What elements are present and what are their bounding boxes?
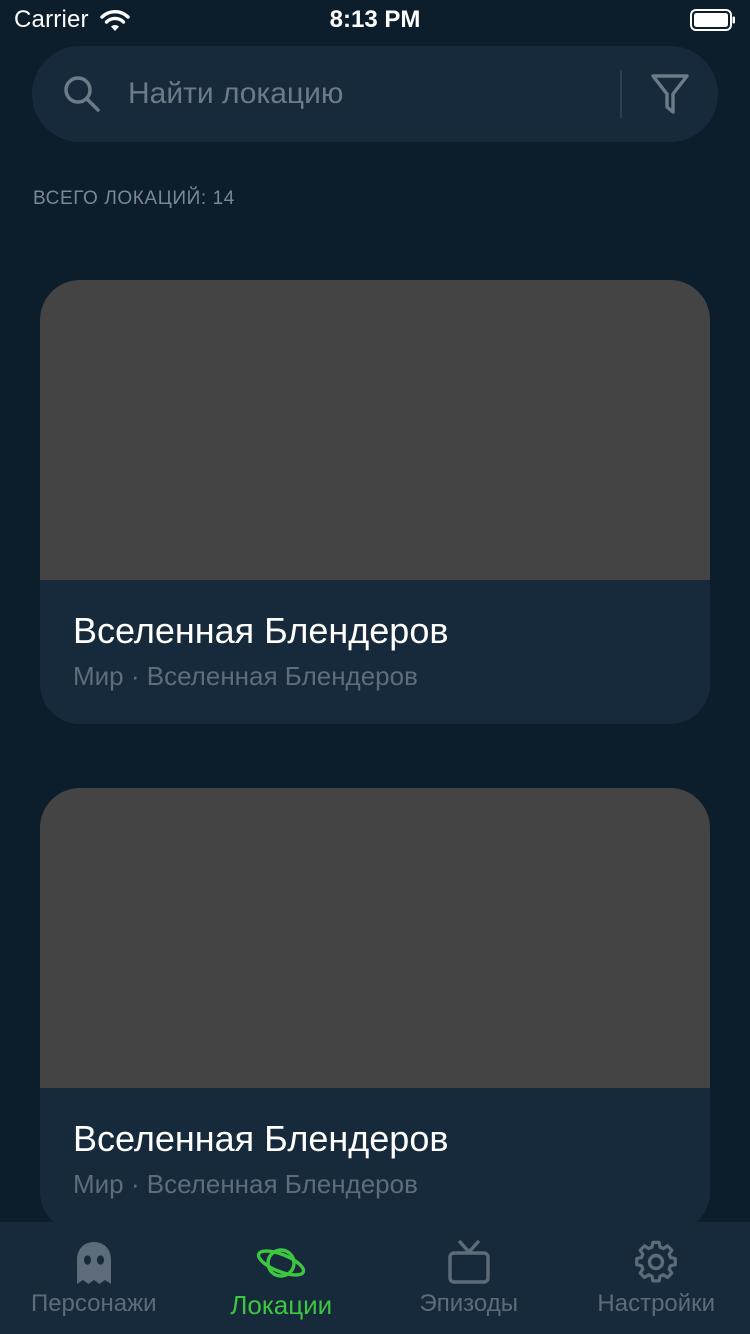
tab-characters-label: Персонажи bbox=[30, 1290, 157, 1317]
location-subtitle: Мир · Вселенная Блендеров bbox=[73, 661, 418, 691]
search-bar bbox=[32, 46, 718, 142]
search-icon bbox=[64, 76, 100, 112]
planet-icon bbox=[257, 1248, 306, 1278]
location-card[interactable]: Вселенная Блендеров Мир · Вселенная Блен… bbox=[40, 280, 710, 724]
location-subtitle: Мир · Вселенная Блендеров bbox=[73, 1169, 418, 1199]
gear-icon bbox=[635, 1240, 678, 1283]
locations-count: ВСЕГО ЛОКАЦИЙ: 14 bbox=[33, 188, 235, 209]
tab-locations-label: Локации bbox=[230, 1290, 333, 1320]
filter-button[interactable] bbox=[638, 68, 702, 120]
search-input[interactable] bbox=[128, 70, 608, 118]
ghost-icon bbox=[76, 1242, 111, 1284]
filter-icon bbox=[651, 74, 689, 114]
tv-icon bbox=[448, 1240, 490, 1284]
location-image bbox=[40, 788, 710, 1088]
tab-settings[interactable]: Настройки bbox=[563, 1222, 750, 1334]
location-card[interactable]: Вселенная Блендеров Мир · Вселенная Блен… bbox=[40, 788, 710, 1232]
tab-settings-label: Настройки bbox=[597, 1290, 716, 1317]
tab-episodes-label: Эпизоды bbox=[419, 1290, 518, 1317]
tab-locations[interactable]: Локации bbox=[188, 1222, 376, 1334]
tab-episodes[interactable]: Эпизоды bbox=[375, 1222, 563, 1334]
tab-characters[interactable]: Персонажи bbox=[0, 1222, 188, 1334]
location-image bbox=[40, 280, 710, 580]
battery-icon bbox=[690, 9, 735, 31]
location-title: Вселенная Блендеров bbox=[73, 1118, 449, 1159]
status-bar: Carrier 8:13 PM bbox=[0, 0, 750, 40]
locations-screen: Carrier 8:13 PM ВСЕГО ЛОКАЦИЙ: 14 bbox=[0, 0, 750, 1334]
location-title: Вселенная Блендеров bbox=[73, 610, 449, 651]
search-divider bbox=[620, 70, 622, 118]
tab-bar: Персонажи Локации Эпизоды Настройки bbox=[0, 1222, 750, 1334]
clock-time: 8:13 PM bbox=[329, 6, 421, 33]
